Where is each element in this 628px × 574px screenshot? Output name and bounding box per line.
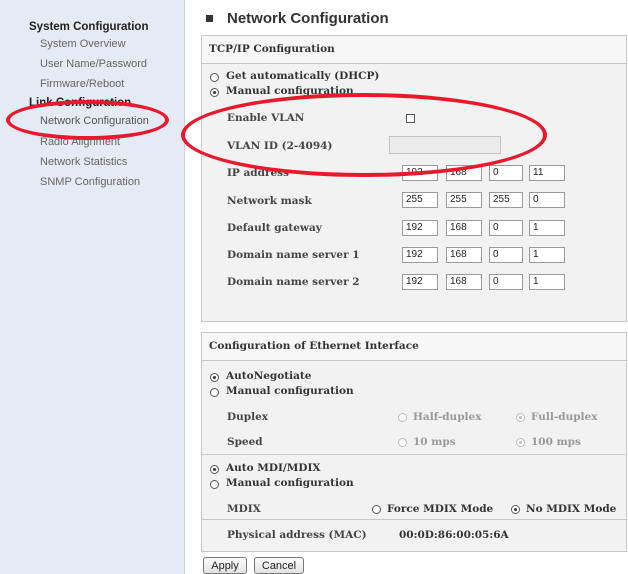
dns2-octet-3[interactable]: 0 — [489, 274, 523, 290]
sidebar: System Configuration System Overview Use… — [0, 0, 185, 574]
divider — [202, 519, 626, 520]
ip-address-octet-1[interactable]: 192 — [402, 165, 438, 181]
speed-100-label: 100 mps — [531, 436, 581, 448]
network-mask-octet-4[interactable]: 0 — [529, 192, 565, 208]
dns1-octet-1[interactable]: 192 — [402, 247, 438, 263]
network-mask-label: Network mask — [227, 195, 312, 207]
force-mdix-label: Force MDIX Mode — [387, 503, 494, 515]
dns1-octet-2[interactable]: 168 — [446, 247, 482, 263]
network-mask-octet-2[interactable]: 255 — [446, 192, 482, 208]
manual-config-label: Manual configuration — [226, 85, 354, 97]
page-title: Network Configuration — [206, 10, 389, 27]
sidebar-item-snmp-configuration[interactable]: SNMP Configuration — [40, 176, 140, 188]
default-gateway-label: Default gateway — [227, 222, 322, 234]
tcpip-panel-title: TCP/IP Configuration — [202, 36, 626, 64]
dns1-label: Domain name server 1 — [227, 249, 360, 261]
ethernet-panel: Configuration of Ethernet Interface Auto… — [201, 332, 627, 552]
auto-mdi-label: Auto MDI/MDIX — [226, 462, 321, 474]
sidebar-section-link: Link Configuration — [29, 97, 132, 109]
vlan-id-label: VLAN ID (2-4094) — [227, 140, 333, 152]
dns2-octet-4[interactable]: 1 — [529, 274, 565, 290]
default-gateway-octet-3[interactable]: 0 — [489, 220, 523, 236]
mdi-manual-config-radio[interactable] — [210, 480, 219, 489]
mdi-manual-config-label: Manual configuration — [226, 477, 354, 489]
default-gateway-octet-2[interactable]: 168 — [446, 220, 482, 236]
dhcp-label: Get automatically (DHCP) — [226, 70, 380, 82]
auto-mdi-radio[interactable] — [210, 465, 219, 474]
mac-label: Physical address (MAC) — [227, 529, 367, 541]
divider — [202, 454, 626, 455]
ip-address-label: IP address — [227, 167, 289, 179]
speed-label: Speed — [227, 436, 263, 448]
mdix-label: MDIX — [227, 503, 261, 515]
dhcp-radio[interactable] — [210, 73, 219, 82]
dns1-octet-4[interactable]: 1 — [529, 247, 565, 263]
dns1-octet-3[interactable]: 0 — [489, 247, 523, 263]
sidebar-item-network-statistics[interactable]: Network Statistics — [40, 156, 127, 168]
ip-address-octet-4[interactable]: 11 — [529, 165, 565, 181]
sidebar-item-network-configuration[interactable]: Network Configuration — [40, 115, 149, 127]
no-mdix-label: No MDIX Mode — [526, 503, 617, 515]
enable-vlan-label: Enable VLAN — [227, 112, 305, 124]
mac-value: 00:0D:86:00:05:6A — [399, 529, 509, 541]
default-gateway-octet-1[interactable]: 192 — [402, 220, 438, 236]
autonegotiate-label: AutoNegotiate — [226, 370, 312, 382]
default-gateway-octet-4[interactable]: 1 — [529, 220, 565, 236]
ip-address-octet-3[interactable]: 0 — [489, 165, 523, 181]
eth-manual-config-label: Manual configuration — [226, 385, 354, 397]
dns2-octet-1[interactable]: 192 — [402, 274, 438, 290]
page-title-text: Network Configuration — [227, 10, 389, 27]
sidebar-item-firmware-reboot[interactable]: Firmware/Reboot — [40, 78, 124, 90]
square-bullet-icon — [206, 14, 213, 22]
sidebar-item-user-name-password[interactable]: User Name/Password — [40, 58, 147, 70]
full-duplex-radio[interactable] — [516, 413, 525, 422]
ip-address-octet-2[interactable]: 168 — [446, 165, 482, 181]
half-duplex-radio[interactable] — [398, 413, 407, 422]
autonegotiate-radio[interactable] — [210, 373, 219, 382]
sidebar-item-radio-alignment[interactable]: Radio Alignment — [40, 136, 120, 148]
force-mdix-radio[interactable] — [372, 505, 381, 514]
duplex-label: Duplex — [227, 411, 269, 423]
speed-10-radio[interactable] — [398, 438, 407, 447]
eth-manual-config-radio[interactable] — [210, 388, 219, 397]
sidebar-section-system: System Configuration — [29, 21, 149, 33]
cancel-button[interactable]: Cancel — [254, 557, 304, 574]
speed-100-radio[interactable] — [516, 438, 525, 447]
dns2-octet-2[interactable]: 168 — [446, 274, 482, 290]
no-mdix-radio[interactable] — [511, 505, 520, 514]
speed-10-label: 10 mps — [413, 436, 456, 448]
apply-button[interactable]: Apply — [203, 557, 247, 574]
tcpip-panel: TCP/IP Configuration Get automatically (… — [201, 35, 627, 322]
manual-config-radio[interactable] — [210, 88, 219, 97]
full-duplex-label: Full-duplex — [531, 411, 598, 423]
network-mask-octet-3[interactable]: 255 — [489, 192, 523, 208]
enable-vlan-checkbox[interactable] — [406, 114, 415, 123]
network-mask-octet-1[interactable]: 255 — [402, 192, 438, 208]
half-duplex-label: Half-duplex — [413, 411, 482, 423]
dns2-label: Domain name server 2 — [227, 276, 360, 288]
vlan-id-input[interactable] — [389, 136, 501, 154]
sidebar-item-system-overview[interactable]: System Overview — [40, 38, 126, 50]
ethernet-panel-title: Configuration of Ethernet Interface — [202, 333, 626, 361]
